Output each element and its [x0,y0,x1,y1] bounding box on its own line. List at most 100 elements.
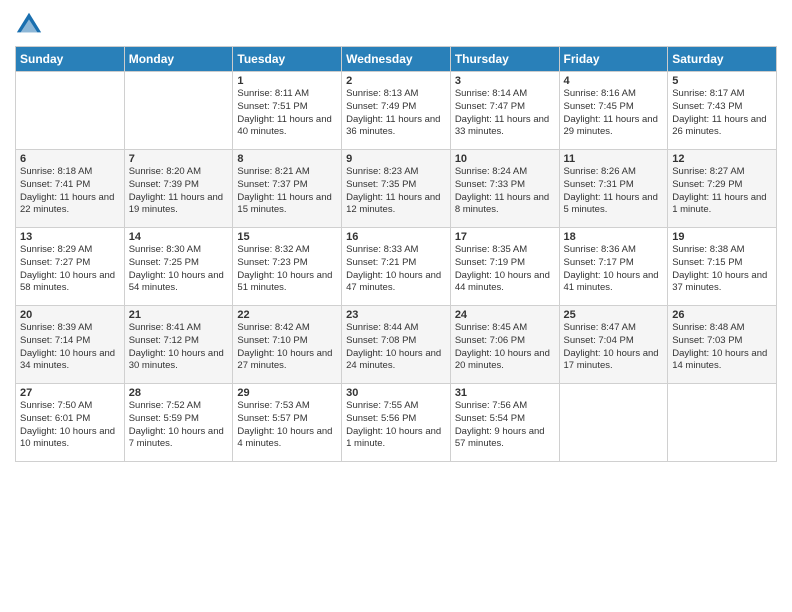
sunrise-text: Sunrise: 8:24 AM [455,166,555,179]
day-number: 17 [455,231,555,243]
sunset-text: Sunset: 7:29 PM [672,179,772,192]
sunset-text: Sunset: 7:08 PM [346,335,446,348]
day-number: 3 [455,75,555,87]
day-number: 1 [237,75,337,87]
day-number: 19 [672,231,772,243]
day-number: 24 [455,309,555,321]
sunrise-text: Sunrise: 8:13 AM [346,88,446,101]
weekday-header: Thursday [450,47,559,72]
day-cell: 3Sunrise: 8:14 AMSunset: 7:47 PMDaylight… [450,72,559,150]
day-cell [559,384,668,462]
sunrise-text: Sunrise: 7:53 AM [237,400,337,413]
day-cell: 19Sunrise: 8:38 AMSunset: 7:15 PMDayligh… [668,228,777,306]
day-number: 29 [237,387,337,399]
daylight-text: Daylight: 11 hours and 36 minutes. [346,114,446,140]
sunset-text: Sunset: 7:51 PM [237,101,337,114]
day-cell: 2Sunrise: 8:13 AMSunset: 7:49 PMDaylight… [342,72,451,150]
sunrise-text: Sunrise: 8:41 AM [129,322,229,335]
day-cell [668,384,777,462]
daylight-text: Daylight: 11 hours and 33 minutes. [455,114,555,140]
day-cell: 13Sunrise: 8:29 AMSunset: 7:27 PMDayligh… [16,228,125,306]
day-number: 22 [237,309,337,321]
sunset-text: Sunset: 5:57 PM [237,413,337,426]
day-cell: 26Sunrise: 8:48 AMSunset: 7:03 PMDayligh… [668,306,777,384]
sunset-text: Sunset: 7:27 PM [20,257,120,270]
daylight-text: Daylight: 10 hours and 7 minutes. [129,426,229,452]
daylight-text: Daylight: 10 hours and 54 minutes. [129,270,229,296]
sunset-text: Sunset: 7:43 PM [672,101,772,114]
day-cell: 10Sunrise: 8:24 AMSunset: 7:33 PMDayligh… [450,150,559,228]
sunrise-text: Sunrise: 8:33 AM [346,244,446,257]
sunset-text: Sunset: 7:41 PM [20,179,120,192]
weekday-header: Tuesday [233,47,342,72]
day-cell: 15Sunrise: 8:32 AMSunset: 7:23 PMDayligh… [233,228,342,306]
daylight-text: Daylight: 10 hours and 30 minutes. [129,348,229,374]
day-number: 11 [564,153,664,165]
week-row: 27Sunrise: 7:50 AMSunset: 6:01 PMDayligh… [16,384,777,462]
day-number: 12 [672,153,772,165]
day-cell: 6Sunrise: 8:18 AMSunset: 7:41 PMDaylight… [16,150,125,228]
day-number: 30 [346,387,446,399]
daylight-text: Daylight: 11 hours and 26 minutes. [672,114,772,140]
sunrise-text: Sunrise: 8:20 AM [129,166,229,179]
sunset-text: Sunset: 5:54 PM [455,413,555,426]
day-number: 20 [20,309,120,321]
sunset-text: Sunset: 7:39 PM [129,179,229,192]
day-cell: 22Sunrise: 8:42 AMSunset: 7:10 PMDayligh… [233,306,342,384]
day-cell: 4Sunrise: 8:16 AMSunset: 7:45 PMDaylight… [559,72,668,150]
weekday-header: Wednesday [342,47,451,72]
day-number: 10 [455,153,555,165]
sunrise-text: Sunrise: 7:50 AM [20,400,120,413]
day-cell: 21Sunrise: 8:41 AMSunset: 7:12 PMDayligh… [124,306,233,384]
daylight-text: Daylight: 10 hours and 27 minutes. [237,348,337,374]
day-cell: 20Sunrise: 8:39 AMSunset: 7:14 PMDayligh… [16,306,125,384]
week-row: 6Sunrise: 8:18 AMSunset: 7:41 PMDaylight… [16,150,777,228]
day-number: 23 [346,309,446,321]
day-cell [124,72,233,150]
sunset-text: Sunset: 7:21 PM [346,257,446,270]
sunrise-text: Sunrise: 8:35 AM [455,244,555,257]
day-cell: 18Sunrise: 8:36 AMSunset: 7:17 PMDayligh… [559,228,668,306]
daylight-text: Daylight: 11 hours and 15 minutes. [237,192,337,218]
sunrise-text: Sunrise: 8:44 AM [346,322,446,335]
day-number: 6 [20,153,120,165]
sunset-text: Sunset: 7:25 PM [129,257,229,270]
daylight-text: Daylight: 11 hours and 22 minutes. [20,192,120,218]
day-number: 16 [346,231,446,243]
daylight-text: Daylight: 11 hours and 5 minutes. [564,192,664,218]
day-cell: 14Sunrise: 8:30 AMSunset: 7:25 PMDayligh… [124,228,233,306]
sunset-text: Sunset: 7:35 PM [346,179,446,192]
day-cell: 1Sunrise: 8:11 AMSunset: 7:51 PMDaylight… [233,72,342,150]
sunrise-text: Sunrise: 8:42 AM [237,322,337,335]
weekday-header-row: SundayMondayTuesdayWednesdayThursdayFrid… [16,47,777,72]
weekday-header: Monday [124,47,233,72]
daylight-text: Daylight: 9 hours and 57 minutes. [455,426,555,452]
week-row: 1Sunrise: 8:11 AMSunset: 7:51 PMDaylight… [16,72,777,150]
daylight-text: Daylight: 10 hours and 47 minutes. [346,270,446,296]
sunset-text: Sunset: 7:47 PM [455,101,555,114]
daylight-text: Daylight: 10 hours and 1 minute. [346,426,446,452]
day-number: 5 [672,75,772,87]
sunrise-text: Sunrise: 7:52 AM [129,400,229,413]
logo [15,10,47,38]
sunset-text: Sunset: 5:59 PM [129,413,229,426]
day-cell: 28Sunrise: 7:52 AMSunset: 5:59 PMDayligh… [124,384,233,462]
sunset-text: Sunset: 7:31 PM [564,179,664,192]
day-number: 2 [346,75,446,87]
sunrise-text: Sunrise: 8:18 AM [20,166,120,179]
daylight-text: Daylight: 10 hours and 24 minutes. [346,348,446,374]
day-number: 21 [129,309,229,321]
daylight-text: Daylight: 10 hours and 44 minutes. [455,270,555,296]
daylight-text: Daylight: 10 hours and 37 minutes. [672,270,772,296]
sunrise-text: Sunrise: 8:36 AM [564,244,664,257]
sunrise-text: Sunrise: 8:16 AM [564,88,664,101]
day-number: 18 [564,231,664,243]
daylight-text: Daylight: 11 hours and 8 minutes. [455,192,555,218]
sunrise-text: Sunrise: 8:23 AM [346,166,446,179]
day-number: 15 [237,231,337,243]
day-cell: 7Sunrise: 8:20 AMSunset: 7:39 PMDaylight… [124,150,233,228]
day-cell: 31Sunrise: 7:56 AMSunset: 5:54 PMDayligh… [450,384,559,462]
sunrise-text: Sunrise: 8:26 AM [564,166,664,179]
sunset-text: Sunset: 7:17 PM [564,257,664,270]
daylight-text: Daylight: 11 hours and 29 minutes. [564,114,664,140]
